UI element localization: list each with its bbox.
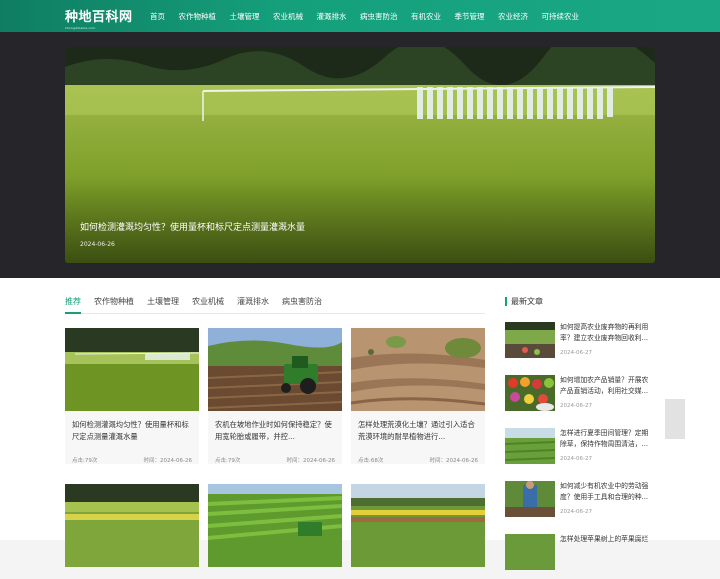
sidebar-article-date: 2024-06-27 xyxy=(560,509,592,515)
article-card[interactable]: 如何检测灌溉均匀性？使用量杯和标尺定点测量灌溉水量 点击:79次 时间：2024… xyxy=(65,328,199,464)
sidebar-article-title[interactable]: 如何增加农产品销量？开展农产品直销活动，利用社交媒... xyxy=(560,375,655,397)
sidebar-article-title[interactable]: 怎样处理苹果树上的苹果腐烂 xyxy=(560,534,655,556)
sidebar-thumbnail[interactable] xyxy=(505,375,555,411)
sidebar-title: 最新文章 xyxy=(511,297,543,306)
article-thumbnail[interactable] xyxy=(65,484,199,567)
sidebar-article[interactable]: 怎样进行夏季田间管理？定期除草，保持作物周围清洁，... 2024-06-27 xyxy=(505,428,655,473)
site-logo[interactable]: 种地百科网 zhongdibaike.com xyxy=(65,6,133,30)
tab-soil[interactable]: 土壤管理 xyxy=(147,296,179,307)
article-card[interactable] xyxy=(208,484,342,567)
article-meta: 点击:79次 时间：2024-06-26 xyxy=(208,456,342,464)
article-card[interactable] xyxy=(65,484,199,567)
article-meta: 点击:68次 时间：2024-06-26 xyxy=(351,456,485,464)
category-tabs: 推荐 农作物种植 土壤管理 农业机械 灌溉排水 病虫害防治 xyxy=(65,296,335,307)
sidebar-article-title[interactable]: 如何减少有机农业中的劳动强度？使用手工具和合理的种... xyxy=(560,481,655,503)
sidebar-thumbnail[interactable] xyxy=(505,322,555,358)
sidebar-article[interactable]: 怎样处理苹果树上的苹果腐烂 xyxy=(505,534,655,579)
article-time: 时间：2024-06-26 xyxy=(143,458,192,464)
article-card[interactable]: 农机在坡地作业时如何保持稳定？使用宽轮胎或履带，并控... 点击:79次 时间：… xyxy=(208,328,342,464)
main-nav: 首页 农作物种植 土壤管理 农业机械 灌溉排水 病虫害防治 有机农业 季节管理 … xyxy=(150,0,593,32)
article-thumbnail[interactable] xyxy=(351,328,485,411)
float-tool-button[interactable] xyxy=(665,399,685,419)
article-thumbnail[interactable] xyxy=(65,328,199,411)
tabs-divider xyxy=(65,313,485,314)
tab-irrigation[interactable]: 灌溉排水 xyxy=(237,296,269,307)
float-tool-button[interactable] xyxy=(665,419,685,439)
sidebar-article-title[interactable]: 怎样进行夏季田间管理？定期除草，保持作物周围清洁，... xyxy=(560,428,655,450)
nav-item-season[interactable]: 季节管理 xyxy=(455,11,485,22)
article-time: 时间：2024-06-26 xyxy=(286,458,335,464)
tab-recommend[interactable]: 推荐 xyxy=(65,296,81,307)
hero-banner[interactable]: 如何检测灌溉均匀性？使用量杯和标尺定点测量灌溉水量 2024-06-26 xyxy=(65,47,655,263)
nav-item-crops[interactable]: 农作物种植 xyxy=(179,11,217,22)
sidebar-article-date: 2024-06-27 xyxy=(560,350,592,356)
sidebar-article[interactable]: 如何提高农业废弃物的再利用率？建立农业废弃物回收利... 2024-06-27 xyxy=(505,322,655,367)
tab-crops[interactable]: 农作物种植 xyxy=(94,296,134,307)
hero-date: 2024-06-26 xyxy=(80,241,115,248)
nav-item-pest[interactable]: 病虫害防治 xyxy=(360,11,398,22)
nav-item-sustainable[interactable]: 可持续农业 xyxy=(542,11,580,22)
site-header: 种地百科网 zhongdibaike.com 首页 农作物种植 土壤管理 农业机… xyxy=(0,0,720,32)
hero-title[interactable]: 如何检测灌溉均匀性？使用量杯和标尺定点测量灌溉水量 xyxy=(80,220,305,233)
logo-subtext: zhongdibaike.com xyxy=(65,26,96,30)
article-thumbnail[interactable] xyxy=(208,328,342,411)
article-thumbnail[interactable] xyxy=(208,484,342,567)
sidebar-thumbnail[interactable] xyxy=(505,428,555,464)
sidebar-article-date: 2024-06-27 xyxy=(560,403,592,409)
article-title[interactable]: 如何检测灌溉均匀性？使用量杯和标尺定点测量灌溉水量 xyxy=(65,411,199,456)
article-title[interactable]: 农机在坡地作业时如何保持稳定？使用宽轮胎或履带，并控... xyxy=(208,411,342,456)
nav-item-home[interactable]: 首页 xyxy=(150,11,165,22)
sidebar-article-title[interactable]: 如何提高农业废弃物的再利用率？建立农业废弃物回收利... xyxy=(560,322,655,344)
article-card[interactable] xyxy=(351,484,485,567)
article-title[interactable]: 怎样处理荒漠化土壤？通过引入适合荒漠环境的耐旱植物进行... xyxy=(351,411,485,456)
tab-machinery[interactable]: 农业机械 xyxy=(192,296,224,307)
logo-text[interactable]: 种地百科网 xyxy=(65,6,133,25)
nav-item-machinery[interactable]: 农业机械 xyxy=(273,11,303,22)
sidebar-article[interactable]: 如何减少有机农业中的劳动强度？使用手工具和合理的种... 2024-06-27 xyxy=(505,481,655,526)
article-views: 点击:79次 xyxy=(215,458,241,464)
article-meta: 点击:79次 时间：2024-06-26 xyxy=(65,456,199,464)
nav-item-organic[interactable]: 有机农业 xyxy=(411,11,441,22)
article-time: 时间：2024-06-26 xyxy=(429,458,478,464)
tab-pest[interactable]: 病虫害防治 xyxy=(282,296,322,307)
sidebar-thumbnail[interactable] xyxy=(505,534,555,570)
article-views: 点击:79次 xyxy=(72,458,98,464)
sidebar-article-date: 2024-06-27 xyxy=(560,456,592,462)
sidebar-heading: 最新文章 xyxy=(505,296,543,307)
active-tab-indicator xyxy=(65,312,81,314)
heading-accent xyxy=(505,297,507,306)
sidebar-thumbnail[interactable] xyxy=(505,481,555,517)
article-thumbnail[interactable] xyxy=(351,484,485,567)
nav-item-economy[interactable]: 农业经济 xyxy=(498,11,528,22)
main-content: 推荐 农作物种植 土壤管理 农业机械 灌溉排水 病虫害防治 如何检测灌溉均匀性？… xyxy=(0,278,720,570)
article-views: 点击:68次 xyxy=(358,458,384,464)
nav-item-irrigation[interactable]: 灌溉排水 xyxy=(317,11,347,22)
sidebar-article[interactable]: 如何增加农产品销量？开展农产品直销活动，利用社交媒... 2024-06-27 xyxy=(505,375,655,420)
article-card[interactable]: 怎样处理荒漠化土壤？通过引入适合荒漠环境的耐旱植物进行... 点击:68次 时间… xyxy=(351,328,485,464)
nav-item-soil[interactable]: 土壤管理 xyxy=(230,11,260,22)
